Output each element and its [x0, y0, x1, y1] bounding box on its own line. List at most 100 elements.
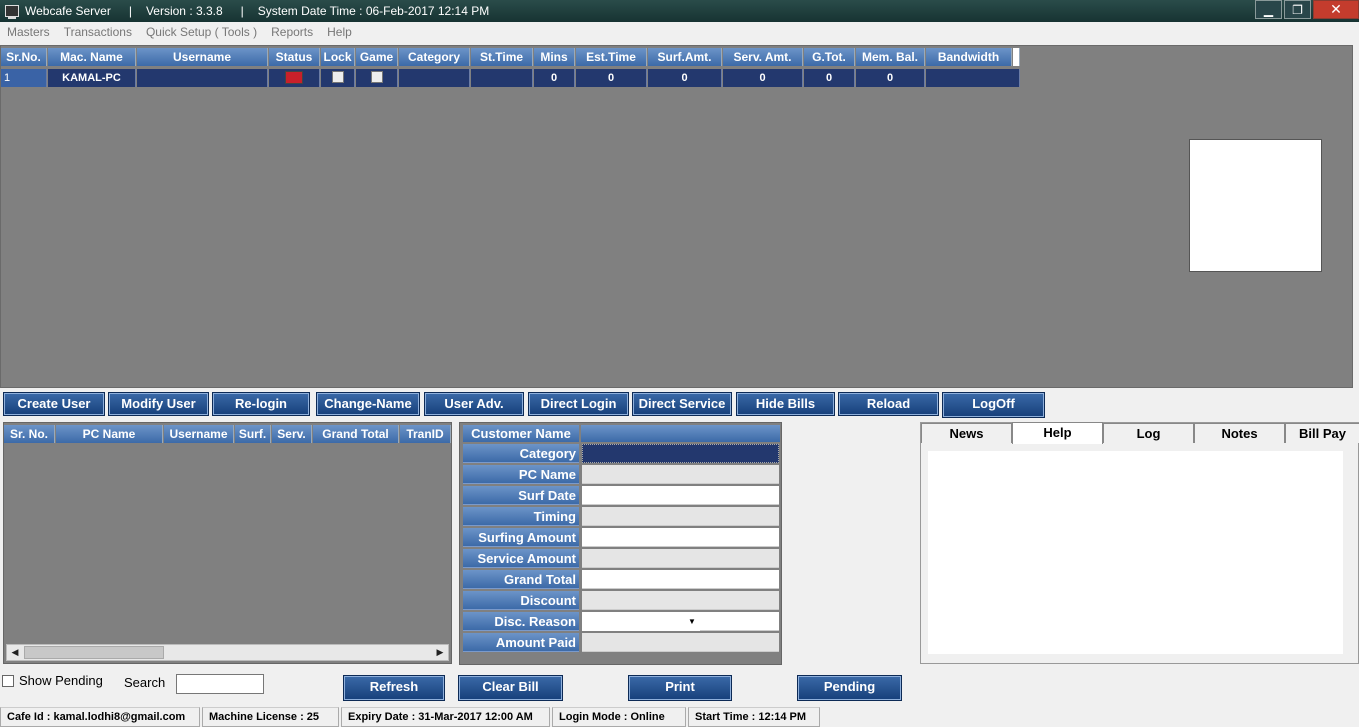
col-header-g-tot[interactable]: G.Tot.	[804, 48, 855, 66]
surfing-amount-label: Surfing Amount	[463, 528, 579, 547]
status-machine-license: Machine License : 25	[202, 707, 339, 727]
print-button[interactable]: Print	[628, 675, 732, 701]
menu-masters[interactable]: Masters	[0, 25, 57, 39]
app-name: Webcafe Server	[25, 4, 111, 18]
minimize-button[interactable]: ▁	[1255, 0, 1282, 19]
surf-date-field[interactable]	[582, 486, 779, 505]
machines-grid[interactable]: Sr.No. Mac. Name Username Status Lock Ga…	[0, 45, 1353, 388]
cell-bandwidth[interactable]	[926, 69, 1020, 87]
direct-service-button[interactable]: Direct Service	[632, 392, 732, 416]
relogin-button[interactable]: Re-login	[212, 392, 310, 416]
pending-button[interactable]: Pending	[797, 675, 902, 701]
cell-mins[interactable]: 0	[534, 69, 575, 87]
cell-srno[interactable]: 1	[1, 69, 47, 87]
hide-bills-button[interactable]: Hide Bills	[736, 392, 835, 416]
refresh-button[interactable]: Refresh	[343, 675, 445, 701]
col-header-serv[interactable]: Serv.	[272, 425, 312, 443]
col-header-st-time[interactable]: St.Time	[471, 48, 533, 66]
grand-total-field[interactable]	[582, 570, 779, 589]
cell-mem-bal[interactable]: 0	[856, 69, 925, 87]
category-field[interactable]	[582, 444, 779, 463]
tab-news[interactable]: News	[921, 423, 1012, 443]
col-header-srno[interactable]: Sr. No.	[4, 425, 55, 443]
create-user-button[interactable]: Create User	[3, 392, 105, 416]
discount-label: Discount	[463, 591, 579, 610]
col-header-tranid[interactable]: TranID	[400, 425, 451, 443]
customer-form: Customer Name Category PC Name Surf Date…	[459, 422, 782, 665]
col-header-username[interactable]: Username	[137, 48, 268, 66]
show-pending-label: Show Pending	[19, 673, 103, 688]
tab-log[interactable]: Log	[1103, 423, 1194, 443]
scroll-left-icon[interactable]: ◀	[7, 645, 23, 660]
scroll-right-icon[interactable]: ▶	[432, 645, 448, 660]
amount-paid-field[interactable]	[582, 633, 779, 652]
timing-field[interactable]	[582, 507, 779, 526]
col-header-mins[interactable]: Mins	[534, 48, 575, 66]
horizontal-scrollbar[interactable]: ◀ ▶	[6, 644, 449, 661]
header-filler	[1013, 48, 1020, 66]
col-header-category[interactable]: Category	[399, 48, 470, 66]
customer-name-value	[581, 425, 780, 442]
reload-button[interactable]: Reload	[838, 392, 939, 416]
col-header-surf-amt[interactable]: Surf.Amt.	[648, 48, 722, 66]
show-pending-toggle[interactable]: Show Pending	[2, 673, 103, 688]
menu-help[interactable]: Help	[320, 25, 359, 39]
window-controls: ▁ ❐ ✕	[1253, 0, 1359, 19]
timing-label: Timing	[463, 507, 579, 526]
modify-user-button[interactable]: Modify User	[108, 392, 209, 416]
game-checkbox[interactable]	[370, 71, 383, 84]
bills-list[interactable]: Sr. No. PC Name Username Surf. Serv. Gra…	[3, 422, 452, 664]
col-header-game[interactable]: Game	[356, 48, 398, 66]
grand-total-label: Grand Total	[463, 570, 579, 589]
cell-category[interactable]	[399, 69, 470, 87]
pc-name-field[interactable]	[582, 465, 779, 484]
search-input[interactable]	[176, 674, 264, 694]
col-header-srno[interactable]: Sr.No.	[1, 48, 47, 66]
status-cafe-id: Cafe Id : kamal.lodhi8@gmail.com	[0, 707, 200, 727]
col-header-serv-amt[interactable]: Serv. Amt.	[723, 48, 803, 66]
lock-checkbox[interactable]	[331, 71, 344, 84]
col-header-username[interactable]: Username	[164, 425, 234, 443]
tab-bill-pay[interactable]: Bill Pay	[1285, 423, 1359, 443]
cell-surf-amt[interactable]: 0	[648, 69, 722, 87]
col-header-mac-name[interactable]: Mac. Name	[48, 48, 136, 66]
cell-est-time[interactable]: 0	[576, 69, 647, 87]
col-header-lock[interactable]: Lock	[321, 48, 355, 66]
chevron-down-icon[interactable]: ▼	[684, 612, 700, 631]
close-button[interactable]: ✕	[1313, 0, 1359, 19]
cell-game[interactable]	[356, 69, 398, 87]
restore-button[interactable]: ❐	[1284, 0, 1311, 19]
cell-g-tot[interactable]: 0	[804, 69, 855, 87]
clear-bill-button[interactable]: Clear Bill	[458, 675, 563, 701]
logoff-button[interactable]: LogOff	[942, 392, 1045, 418]
col-header-surf[interactable]: Surf.	[235, 425, 271, 443]
cell-username[interactable]	[137, 69, 268, 87]
col-header-pc-name[interactable]: PC Name	[56, 425, 163, 443]
show-pending-checkbox[interactable]	[2, 674, 14, 687]
disc-reason-select[interactable]: ▼	[582, 612, 700, 631]
surfing-amount-field[interactable]	[582, 528, 779, 547]
cell-serv-amt[interactable]: 0	[723, 69, 803, 87]
tab-notes[interactable]: Notes	[1194, 423, 1285, 443]
col-header-bandwidth[interactable]: Bandwidth	[926, 48, 1012, 66]
col-header-status[interactable]: Status	[269, 48, 320, 66]
status-expiry-date: Expiry Date : 31-Mar-2017 12:00 AM	[341, 707, 550, 727]
scroll-thumb[interactable]	[24, 646, 164, 659]
menu-reports[interactable]: Reports	[264, 25, 320, 39]
cell-mac-name[interactable]: KAMAL-PC	[48, 69, 136, 87]
cell-st-time[interactable]	[471, 69, 533, 87]
discount-field[interactable]	[582, 591, 779, 610]
cell-lock[interactable]	[321, 69, 355, 87]
service-amount-field[interactable]	[582, 549, 779, 568]
menu-transactions[interactable]: Transactions	[57, 25, 139, 39]
amount-paid-label: Amount Paid	[463, 633, 579, 652]
col-header-grand-total[interactable]: Grand Total	[313, 425, 399, 443]
menu-quick-setup[interactable]: Quick Setup ( Tools )	[139, 25, 264, 39]
col-header-mem-bal[interactable]: Mem. Bal.	[856, 48, 925, 66]
col-header-est-time[interactable]: Est.Time	[576, 48, 647, 66]
cell-status[interactable]	[269, 69, 320, 87]
direct-login-button[interactable]: Direct Login	[528, 392, 629, 416]
tab-help[interactable]: Help	[1012, 422, 1103, 444]
change-name-button[interactable]: Change-Name	[316, 392, 420, 416]
user-adv-button[interactable]: User Adv.	[424, 392, 524, 416]
